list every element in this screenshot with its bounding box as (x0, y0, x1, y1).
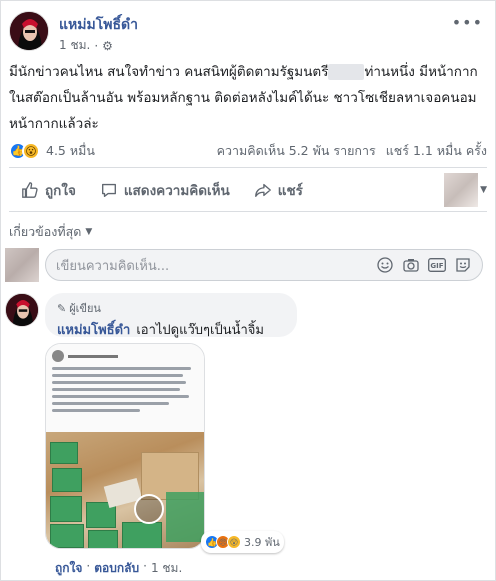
comment-button[interactable]: แสดงความคิดเห็น (88, 179, 242, 201)
comment-author-name[interactable]: แหม่มโพธิ์ดำ (57, 323, 130, 338)
comment-label: แสดงความคิดเห็น (123, 183, 230, 199)
play-icon (134, 494, 164, 524)
sort-label: เกี่ยวข้องที่สุด (9, 224, 82, 239)
comment-time[interactable]: 1 ชม. (151, 559, 182, 578)
comment-like-link[interactable]: ถูกใจ (55, 559, 82, 578)
post-text: มีนักข่าวคนไหน สนใจทำข่าว คนสนิทผู้ติดตา… (9, 59, 485, 137)
comment-composer: เขียนความคิดเห็น... GIF (5, 247, 483, 283)
comment-attached-image[interactable] (45, 343, 205, 549)
post-time[interactable]: 1 ชม. (59, 36, 90, 55)
censored-block (328, 64, 365, 80)
chevron-down-icon: ▼ (480, 185, 487, 195)
thumbs-up-icon (22, 182, 38, 198)
comment-placeholder: เขียนความคิดเห็น... (56, 258, 170, 274)
photo-of-mask-boxes (46, 432, 204, 548)
like-button[interactable]: ถูกใจ (9, 179, 88, 201)
svg-text:GIF: GIF (430, 262, 443, 270)
reactions-count[interactable]: 4.5 หมื่น (46, 141, 95, 161)
share-label: แชร์ (277, 183, 303, 199)
author-avatar[interactable] (9, 11, 49, 51)
gear-icon: ⚙ (102, 38, 113, 53)
post-author-name[interactable]: แหม่มโพธิ์ดำ (59, 14, 138, 36)
like-label: ถูกใจ (45, 183, 76, 199)
post-meta: 1 ชม. · ⚙ (59, 36, 113, 55)
post-header: แหม่มโพธิ์ดำ 1 ชม. · ⚙ ••• (9, 11, 487, 57)
separator: · (143, 559, 147, 573)
emoji-icon[interactable] (376, 256, 394, 274)
comment-author-avatar[interactable] (5, 293, 39, 327)
chevron-down-icon: ▼ (85, 227, 93, 237)
more-options-icon[interactable]: ••• (452, 13, 483, 32)
blurred-avatar (444, 173, 479, 207)
divider (9, 211, 487, 212)
share-button[interactable]: แชร์ (242, 179, 315, 201)
gif-icon[interactable]: GIF (428, 256, 446, 274)
share-as-selector[interactable]: ▼ (444, 173, 487, 207)
comment-reply-link[interactable]: ตอบกลับ (94, 559, 139, 578)
comment-reactions[interactable]: 👍 😠 😮 3.9 พัน (201, 531, 284, 553)
author-badge: ✎ ผู้เขียน (57, 299, 285, 317)
screenshot-text-area (46, 344, 204, 432)
comment-bubble: ✎ ผู้เขียน แหม่มโพธิ์ดำ เอาไปดูแว๊บๆเป็นน… (45, 293, 297, 338)
comment-icon (101, 183, 116, 197)
current-user-avatar (5, 248, 39, 282)
comments-count[interactable]: ความคิดเห็น 5.2 พัน รายการ (217, 141, 376, 161)
meta-separator: · (94, 38, 99, 53)
comment-footer: ถูกใจ · ตอบกลับ · 1 ชม. (55, 559, 182, 578)
shares-count[interactable]: แชร์ 1.1 หมื่น ครั้ง (386, 141, 487, 161)
share-icon (254, 183, 271, 197)
sticker-icon[interactable] (454, 256, 472, 274)
pencil-icon: ✎ (57, 301, 67, 315)
post-actions: ถูกใจ แสดงความคิดเห็น แชร์ ▼ (9, 173, 487, 207)
camera-icon[interactable] (402, 256, 420, 274)
reaction-icons[interactable]: 👍 😮 (9, 142, 40, 160)
author-badge-label: ผู้เขียน (69, 302, 101, 315)
comment-sort-dropdown[interactable]: เกี่ยวข้องที่สุด ▼ (9, 222, 92, 242)
post-text-part-1: มีนักข่าวคนไหน สนใจทำข่าว คนสนิทผู้ติดตา… (9, 64, 329, 80)
wow-reaction-icon: 😮 (22, 142, 40, 160)
separator: · (86, 559, 91, 573)
post-stats: 👍 😮 4.5 หมื่น ความคิดเห็น 5.2 พัน รายการ… (9, 140, 487, 162)
post-card: แหม่มโพธิ์ดำ 1 ชม. · ⚙ ••• มีนักข่าวคนไห… (0, 0, 496, 581)
comment-reactions-count: 3.9 พัน (244, 536, 280, 549)
wow-reaction-icon: 😮 (227, 535, 241, 549)
comment-text: เอาไปดูแว๊บๆเป็นน้ำจิ้ม (136, 323, 264, 338)
comment-input[interactable]: เขียนความคิดเห็น... GIF (45, 249, 483, 281)
divider (9, 167, 487, 168)
